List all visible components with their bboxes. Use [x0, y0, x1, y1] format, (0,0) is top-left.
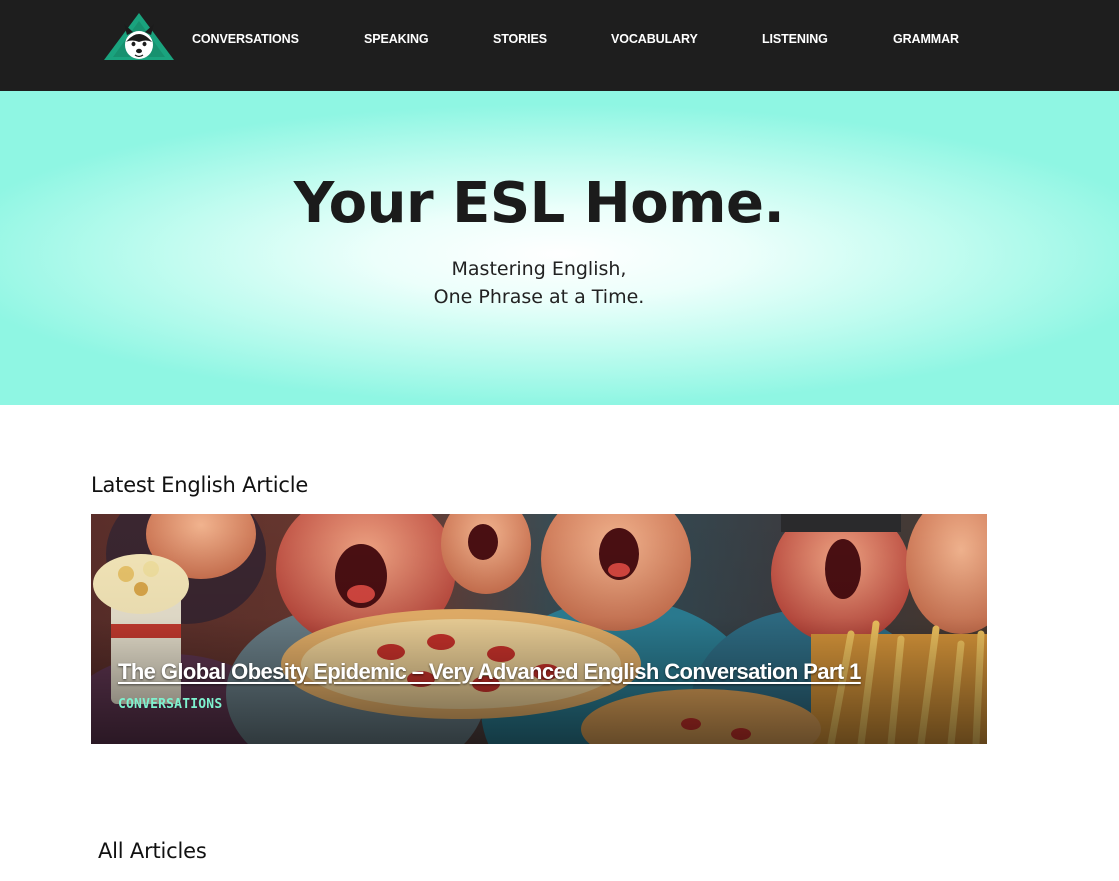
husky-logo-icon	[104, 13, 174, 60]
featured-article-overlay	[91, 514, 987, 744]
nav-item-stories[interactable]: STORIES	[493, 31, 547, 47]
nav-item-grammar[interactable]: GRAMMAR	[893, 31, 959, 47]
featured-article-title-link[interactable]: The Global Obesity Epidemic – Very Advan…	[118, 658, 861, 686]
latest-article-heading: Latest English Article	[91, 473, 309, 497]
nav-item-vocabulary[interactable]: VOCABULARY	[611, 31, 698, 47]
hero-subtitle-line-2: One Phrase at a Time.	[433, 286, 645, 308]
hero-banner: Your ESL Home. Mastering English, One Ph…	[0, 91, 1119, 405]
nav-item-listening[interactable]: LISTENING	[762, 31, 828, 47]
featured-article-card[interactable]: The Global Obesity Epidemic – Very Advan…	[91, 514, 987, 744]
hero-title: Your ESL Home.	[293, 171, 785, 236]
hero-subtitle-line-1: Mastering English,	[451, 258, 627, 280]
site-logo[interactable]	[102, 12, 176, 64]
nav-item-speaking[interactable]: SPEAKING	[364, 31, 429, 47]
all-articles-heading: All Articles	[98, 839, 207, 863]
hero-subtitle: Mastering English, One Phrase at a Time.	[0, 255, 1078, 311]
featured-article-category-link[interactable]: CONVERSATIONS	[118, 696, 222, 714]
top-navigation: CONVERSATIONS SPEAKING STORIES VOCABULAR…	[0, 0, 1119, 91]
nav-item-conversations[interactable]: CONVERSATIONS	[192, 31, 299, 47]
